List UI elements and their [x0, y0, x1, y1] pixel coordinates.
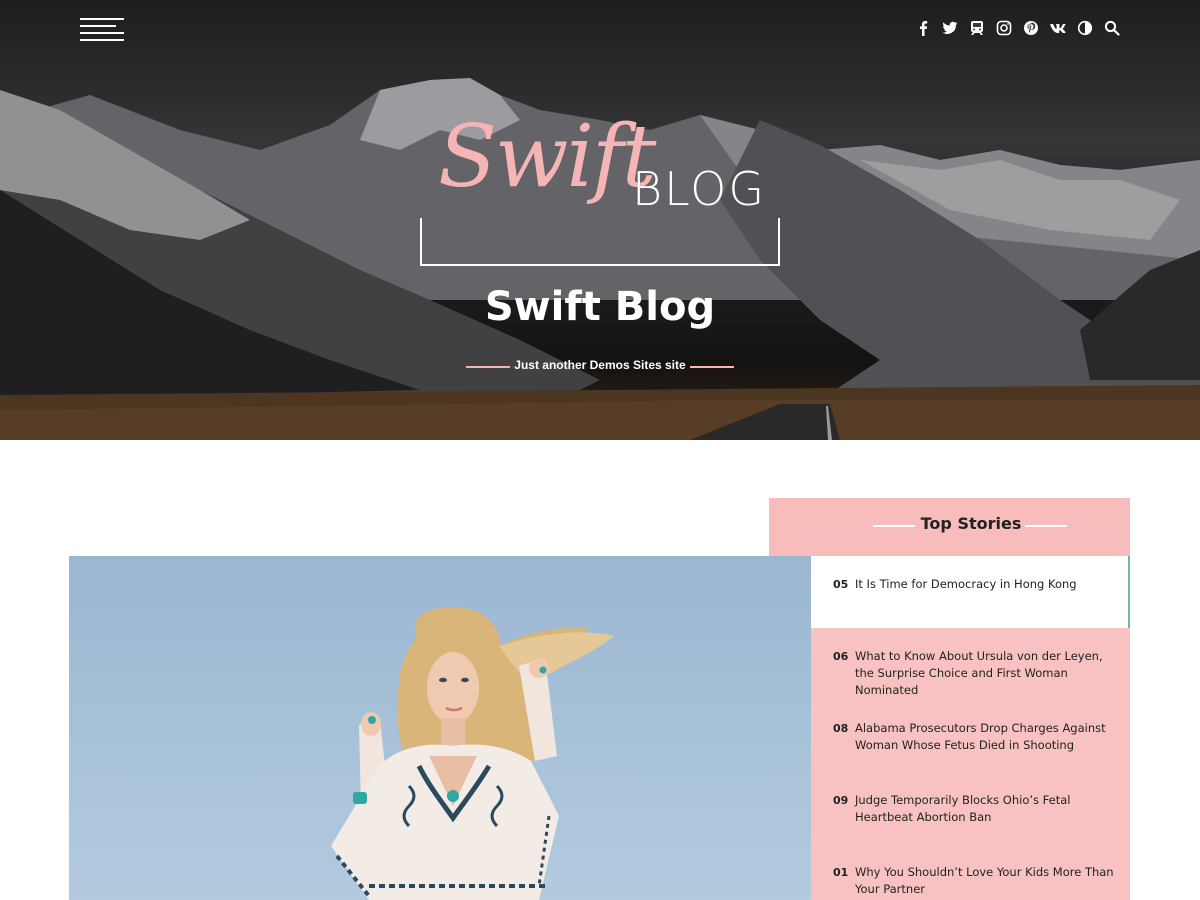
featured-post-image[interactable]: [69, 556, 811, 900]
tagline-right-line: [690, 366, 734, 368]
pinterest-icon[interactable]: [1022, 18, 1039, 38]
story-title[interactable]: It Is Time for Democracy in Hong Kong: [855, 576, 1117, 593]
tripadvisor-icon[interactable]: [968, 18, 985, 38]
top-story-item[interactable]: 01 Why You Shouldn’t Love Your Kids More…: [811, 844, 1130, 900]
story-title[interactable]: Judge Temporarily Blocks Ohio’s Fetal He…: [855, 792, 1117, 826]
twitter-icon[interactable]: [941, 18, 958, 38]
story-number: 05: [833, 578, 849, 591]
story-title[interactable]: What to Know About Ursula von der Leyen,…: [855, 648, 1117, 699]
top-story-item[interactable]: 08 Alabama Prosecutors Drop Charges Agai…: [811, 700, 1130, 772]
top-story-item[interactable]: 05 It Is Time for Democracy in Hong Kong: [811, 556, 1130, 628]
logo-frame: [420, 218, 780, 266]
story-title[interactable]: Why You Shouldn’t Love Your Kids More Th…: [855, 864, 1117, 898]
hero-header: Swift BLOG Swift Blog Just another Demos…: [0, 0, 1200, 440]
dark-mode-toggle-icon[interactable]: [1076, 18, 1093, 38]
instagram-icon[interactable]: [995, 18, 1012, 38]
story-number: 06: [833, 650, 849, 663]
social-links: [914, 18, 1120, 38]
site-logo[interactable]: Swift BLOG: [418, 112, 782, 272]
vk-icon[interactable]: [1049, 18, 1066, 38]
story-number: 09: [833, 794, 849, 807]
top-stories-right-dash: [1025, 525, 1067, 527]
story-title[interactable]: Alabama Prosecutors Drop Charges Against…: [855, 720, 1117, 754]
tagline-left-line: [466, 366, 510, 368]
story-number: 01: [833, 866, 849, 879]
top-story-item[interactable]: 09 Judge Temporarily Blocks Ohio’s Fetal…: [811, 772, 1130, 844]
site-title[interactable]: Swift Blog: [0, 284, 1200, 330]
site-tagline: Just another Demos Sites site: [514, 358, 686, 372]
site-tagline-row: Just another Demos Sites site: [0, 358, 1200, 372]
hamburger-menu-icon[interactable]: [80, 18, 126, 42]
top-story-item[interactable]: 06 What to Know About Ursula von der Ley…: [811, 628, 1130, 700]
search-icon[interactable]: [1103, 18, 1120, 38]
top-stories-header: Top Stories: [769, 498, 1130, 556]
top-stories-title: Top Stories: [920, 514, 1022, 533]
story-number: 08: [833, 722, 849, 735]
logo-word-text: BLOG: [632, 162, 766, 216]
top-stories-list: 05 It Is Time for Democracy in Hong Kong…: [811, 556, 1130, 900]
facebook-icon[interactable]: [914, 18, 931, 38]
logo-script-text: Swift: [438, 107, 656, 207]
